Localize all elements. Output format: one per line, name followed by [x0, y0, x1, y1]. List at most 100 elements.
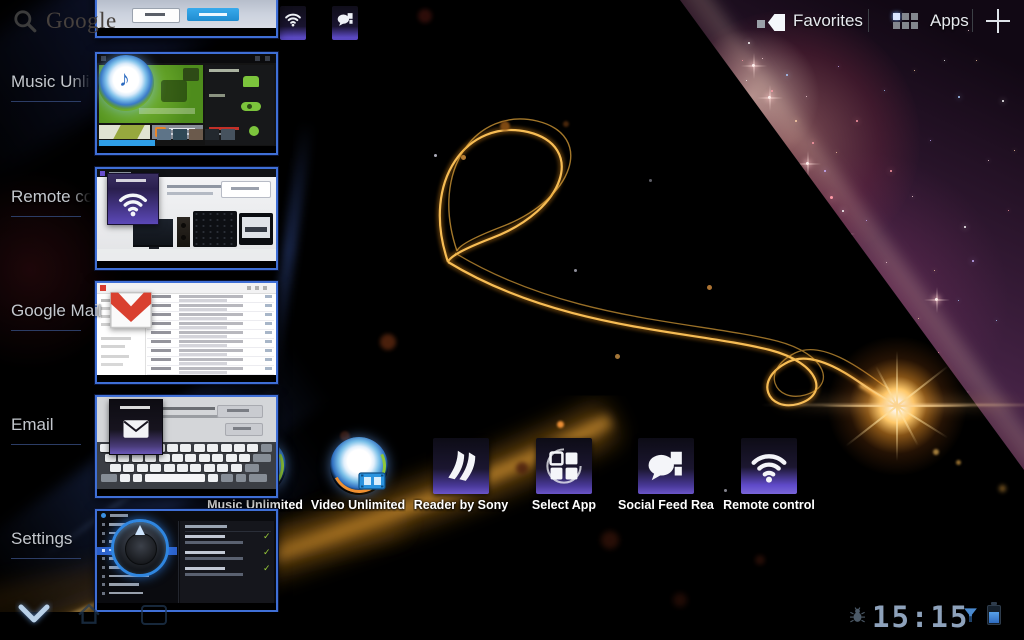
app-icon-reader-by-sony[interactable]: [433, 438, 489, 494]
decor: [111, 293, 151, 328]
search-icon[interactable]: [12, 8, 38, 34]
decor-key: [221, 474, 233, 482]
decor: [109, 583, 139, 586]
screen-thumbnail-email[interactable]: [95, 395, 278, 498]
gmail-overlay-icon: [105, 289, 157, 333]
email-overlay-icon: [109, 399, 163, 455]
decor: [768, 14, 785, 31]
decor: [911, 22, 918, 29]
remote-control-mini-icon[interactable]: [280, 6, 306, 40]
decor: [102, 574, 105, 578]
decor-key: [167, 444, 178, 452]
decor: [193, 211, 237, 247]
decor: [255, 286, 259, 290]
battery-icon: [987, 602, 1002, 626]
decor: [116, 179, 146, 182]
decor: [97, 603, 276, 610]
decor: [102, 557, 105, 561]
decor-key: [180, 444, 192, 452]
decor-key: [158, 454, 170, 462]
decor: [124, 420, 149, 438]
sidebar-item-google-mail[interactable]: Google Mail: [11, 301, 102, 321]
decor: [109, 591, 143, 595]
sidebar-item-email[interactable]: Email: [11, 415, 54, 435]
decor: [151, 349, 171, 352]
decor: [147, 320, 274, 321]
decor-key: [234, 444, 245, 452]
decor: [147, 338, 274, 339]
favorites-icon: [757, 14, 787, 32]
home-button[interactable]: [72, 600, 106, 628]
decor-spacebar: [145, 474, 205, 482]
screen-thumbnail-settings[interactable]: ✓ ✓ ✓: [95, 509, 278, 612]
decor: [147, 329, 274, 330]
app-label-remote-control: Remote control: [723, 498, 815, 512]
decor-key: [145, 454, 157, 462]
screen-thumbnail-partial[interactable]: [95, 0, 278, 38]
decor-key: [105, 454, 116, 462]
decor: [185, 557, 243, 560]
screen-thumbnail-remote-control[interactable]: [95, 167, 278, 270]
decor-checkmark: ✓: [263, 532, 271, 542]
decor-key: [217, 464, 229, 472]
decor: [243, 76, 259, 87]
favorites-button[interactable]: Favorites: [793, 11, 863, 31]
decor: [233, 427, 251, 430]
app-label-video-unlimited: Video Unlimited: [310, 498, 406, 512]
decor: [179, 358, 243, 361]
decor: [358, 472, 386, 490]
decor: [265, 56, 270, 61]
sidebar-item-settings[interactable]: Settings: [11, 529, 72, 549]
decor: [902, 13, 909, 20]
decor: [245, 227, 267, 232]
sidebar-item-remote-control[interactable]: Remote control: [11, 187, 93, 207]
decor: [16, 12, 35, 31]
back-button[interactable]: [15, 599, 53, 629]
decor: [179, 349, 243, 352]
decor: [97, 261, 276, 268]
decor-key: [208, 474, 218, 482]
decor: [147, 302, 274, 303]
decor: [265, 367, 272, 370]
decor-checkmark: ✓: [263, 564, 271, 574]
decor-key: [253, 454, 271, 462]
decor: [185, 535, 225, 538]
social-feed-mini-icon[interactable]: [332, 6, 358, 40]
app-icon-select-app[interactable]: [536, 438, 592, 494]
decor: [101, 337, 131, 340]
decor: [179, 313, 243, 316]
decor-underline: [11, 558, 81, 559]
apps-grid-icon: [893, 13, 923, 32]
google-search-widget[interactable]: Google: [46, 8, 117, 34]
decor: [247, 104, 252, 109]
screen-thumbnail-music-unlimited[interactable]: ♪: [95, 52, 278, 155]
decor: [249, 126, 259, 136]
decor: [97, 146, 276, 153]
decor-key: [172, 454, 183, 462]
decor: [179, 340, 243, 343]
decor-key: [239, 454, 250, 462]
decor: [101, 56, 106, 61]
sidebar-item-music-unlimited[interactable]: Music Unlimited: [11, 72, 93, 92]
decor-key: [245, 464, 259, 472]
app-icon-social-feed-reader[interactable]: [638, 438, 694, 494]
app-icon-video-unlimited[interactable]: [330, 437, 388, 495]
decor: [265, 322, 272, 325]
clock[interactable]: 15:15: [872, 600, 969, 634]
screen-thumbnail-google-mail[interactable]: [95, 281, 278, 384]
decor-key: [225, 454, 237, 462]
decor-key: [190, 464, 202, 472]
decor: [102, 583, 105, 587]
app-icon-remote-control[interactable]: [741, 438, 797, 494]
separator: [868, 9, 869, 32]
decor-photo-thumb: [189, 129, 203, 140]
decor: [361, 485, 364, 488]
decor: [139, 108, 195, 114]
decor-photo-thumb: [157, 129, 171, 140]
recents-button[interactable]: [138, 602, 170, 628]
decor: [97, 28, 276, 36]
decor: [209, 94, 225, 97]
decor-photo-thumb: [173, 129, 187, 140]
apps-button[interactable]: Apps: [930, 11, 969, 31]
add-widget-button[interactable]: [984, 7, 1012, 35]
